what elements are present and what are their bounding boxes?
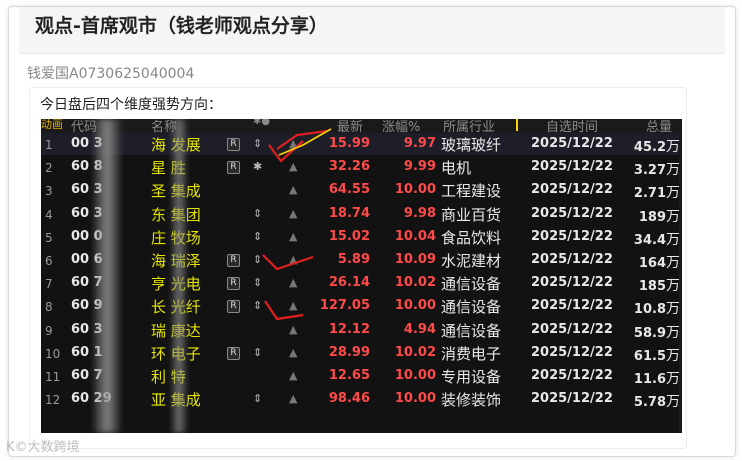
page-title: 观点-首席观市（钱老师观点分享） (35, 15, 328, 37)
post-heading: 今日盘后四个维度强势方向： (40, 97, 222, 113)
post-card: 今日盘后四个维度强势方向： 动画 代码 名称 ✱● 最新 涨幅% 所属行业 自选… (29, 87, 687, 449)
stock-table-screenshot: 动画 代码 名称 ✱● 最新 涨幅% 所属行业 自选时间 总量 100 3海 发… (41, 119, 682, 433)
author-name[interactable]: 钱爱国A0730625040004 (27, 63, 194, 83)
article-frame: 观点-首席观市（钱老师观点分享） 钱爱国A0730625040004 今日盘后四… (8, 6, 736, 457)
title-bar: 观点-首席观市（钱老师观点分享） (19, 7, 725, 54)
annotation-marks (262, 128, 332, 321)
check-mark-row-8 (264, 300, 304, 321)
watermark: K©大数跨境 (6, 440, 80, 455)
check-mark-row-6 (262, 254, 314, 271)
